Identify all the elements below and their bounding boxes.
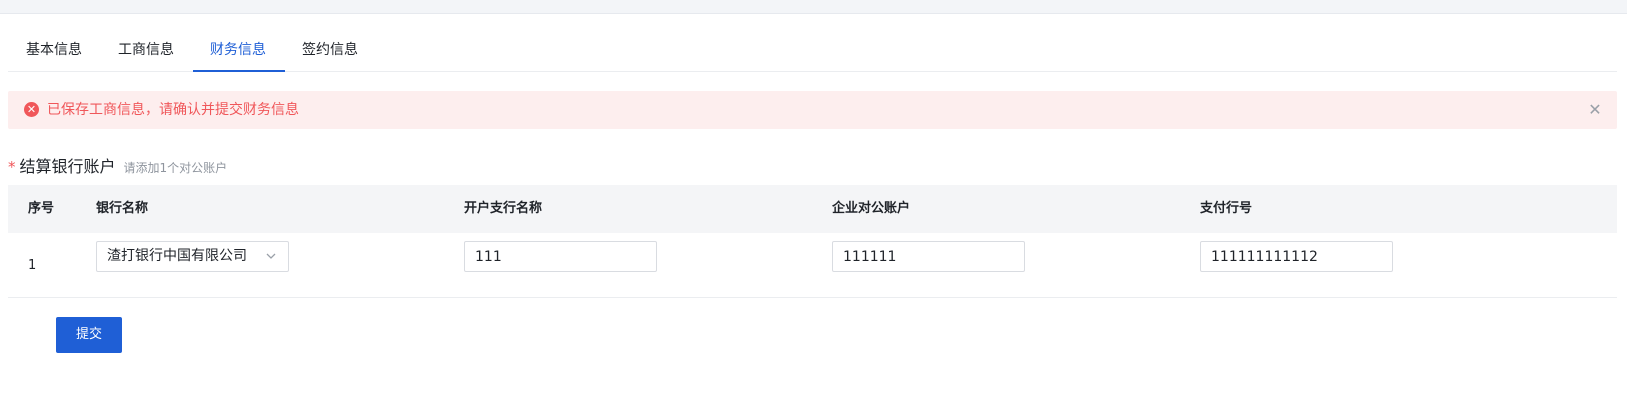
top-strip xyxy=(0,0,1627,14)
payment-code-input[interactable] xyxy=(1200,241,1393,272)
column-header-branch-name: 开户支行名称 xyxy=(464,201,543,216)
tab-basic-info[interactable]: 基本信息 xyxy=(8,30,100,72)
section-title: 结算银行账户 xyxy=(19,157,116,176)
error-alert: ✕ 已保存工商信息，请确认并提交财务信息 ✕ xyxy=(8,91,1617,129)
column-header-corporate-account: 企业对公账户 xyxy=(832,201,911,216)
table-row: 1 渣打银行中国有限公司 xyxy=(8,233,1617,298)
corporate-account-input[interactable] xyxy=(832,241,1025,272)
bank-name-value: 渣打银行中国有限公司 xyxy=(107,248,247,264)
required-mark: * xyxy=(8,158,16,176)
bank-name-select[interactable]: 渣打银行中国有限公司 xyxy=(96,241,289,272)
section-hint: 请添加1个对公账户 xyxy=(123,161,228,175)
column-header-bank-name: 银行名称 xyxy=(96,201,149,216)
chevron-down-icon xyxy=(266,253,276,259)
close-icon[interactable]: ✕ xyxy=(1585,91,1605,129)
section-header: * 结算银行账户 请添加1个对公账户 xyxy=(8,155,227,179)
table-header: 序号 银行名称 开户支行名称 企业对公账户 支付行号 xyxy=(8,185,1617,233)
alert-message: 已保存工商信息，请确认并提交财务信息 xyxy=(47,102,299,118)
tab-contract-info[interactable]: 签约信息 xyxy=(284,30,376,72)
column-header-index: 序号 xyxy=(28,201,55,216)
error-circle-icon: ✕ xyxy=(24,102,39,117)
active-tab-indicator xyxy=(193,70,285,72)
tab-business-info[interactable]: 工商信息 xyxy=(100,30,192,72)
tab-bar: 基本信息 工商信息 财务信息 签约信息 xyxy=(8,30,1617,72)
branch-name-input[interactable] xyxy=(464,241,657,272)
submit-button[interactable]: 提交 xyxy=(56,317,122,353)
tab-finance-info[interactable]: 财务信息 xyxy=(192,30,284,72)
column-header-payment-code: 支付行号 xyxy=(1200,201,1253,216)
row-index: 1 xyxy=(28,258,37,273)
